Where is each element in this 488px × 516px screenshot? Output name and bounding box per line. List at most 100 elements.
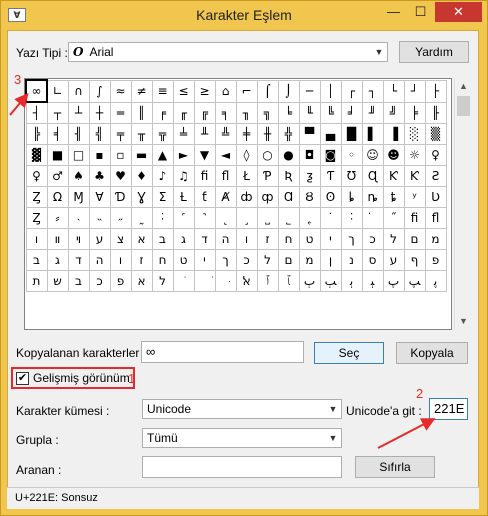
character-cell[interactable]: ▀ (298, 123, 321, 145)
character-cell[interactable]: כ (235, 249, 258, 271)
character-cell[interactable]: ˸ (151, 207, 174, 229)
character-cell[interactable]: ׂ (172, 270, 195, 292)
character-cell[interactable]: ╓ (172, 101, 195, 124)
character-cell[interactable]: ם (403, 228, 426, 250)
character-cell[interactable]: ם (277, 249, 300, 271)
character-cell[interactable]: ╘ (277, 101, 300, 124)
character-cell[interactable]: ≠ (130, 79, 153, 103)
character-cell[interactable]: ח (151, 249, 174, 271)
character-cell[interactable]: Ʀ (277, 165, 300, 187)
character-cell[interactable]: ◙ (319, 144, 342, 166)
character-cell[interactable]: Ȥ (25, 186, 48, 208)
character-cell[interactable]: ˼ (235, 207, 258, 229)
character-cell[interactable]: ˝ (382, 207, 405, 229)
character-cell[interactable]: ═ (109, 101, 132, 124)
character-cell[interactable]: ▲ (151, 144, 174, 166)
character-cell[interactable]: Ƥ (256, 165, 279, 187)
character-cell[interactable]: ﬁ (403, 207, 426, 229)
character-cell[interactable]: נ (340, 249, 363, 271)
character-cell[interactable]: י (193, 249, 216, 271)
search-input[interactable] (142, 456, 342, 478)
character-cell[interactable]: ─ (298, 79, 321, 103)
character-cell[interactable]: ד (193, 228, 216, 250)
character-cell[interactable]: ה (88, 249, 111, 271)
character-cell[interactable]: ╣ (88, 123, 111, 145)
character-cell[interactable]: ג (46, 249, 69, 271)
character-cell[interactable]: ז (130, 249, 153, 271)
character-cell[interactable]: ▼ (193, 144, 216, 166)
character-cell[interactable]: ל (151, 270, 174, 292)
character-cell[interactable]: Ƚ (172, 186, 195, 208)
character-cell[interactable]: ☻ (382, 144, 405, 166)
character-cell[interactable]: ל (256, 249, 279, 271)
character-cell[interactable]: Ɗ (109, 186, 132, 208)
character-cell[interactable]: א (130, 270, 153, 292)
maximize-button[interactable]: ☐ (407, 2, 434, 22)
group-select[interactable]: Tümü ▼ (142, 428, 342, 448)
character-cell[interactable]: Ȣ (298, 186, 321, 208)
character-cell[interactable]: ◊ (235, 144, 258, 166)
character-cell[interactable]: ˙ (319, 207, 342, 229)
close-button[interactable]: ✕ (435, 2, 482, 22)
character-cell[interactable]: ♫ (172, 165, 195, 187)
character-cell[interactable]: Ƨ (424, 165, 447, 187)
character-cell[interactable]: ȵ (361, 186, 384, 208)
select-button[interactable]: Seç (314, 342, 384, 364)
charset-select[interactable]: Unicode ▼ (142, 399, 342, 419)
character-cell[interactable]: ו (25, 228, 48, 250)
character-cell[interactable]: Ʃ (151, 186, 174, 208)
character-cell[interactable]: י (319, 228, 342, 250)
character-cell[interactable]: ˹ (172, 207, 195, 229)
help-button[interactable]: Yardım (399, 41, 469, 63)
character-cell[interactable]: ┌ (340, 79, 363, 103)
character-cell[interactable]: ├ (424, 79, 447, 103)
scroll-thumb[interactable] (457, 96, 470, 116)
character-cell[interactable]: Ɋ (361, 165, 384, 187)
character-cell[interactable]: ﭑ (277, 270, 300, 292)
character-cell[interactable]: ⸗ (46, 207, 69, 229)
character-cell[interactable]: ☺ (361, 144, 384, 166)
character-cell[interactable]: ת (25, 270, 48, 292)
character-cell[interactable]: צ (109, 228, 132, 250)
character-cell[interactable]: ♀ (25, 165, 48, 187)
character-cell[interactable]: ﭐ (256, 270, 279, 292)
character-cell[interactable]: ┤ (25, 101, 48, 124)
character-cell[interactable]: ﬂ (214, 165, 237, 187)
character-cell[interactable]: ד (67, 249, 90, 271)
character-cell[interactable]: ˿ (298, 207, 321, 229)
character-cell[interactable]: ש (46, 270, 69, 292)
character-cell[interactable]: ך (214, 249, 237, 271)
character-cell[interactable]: ג (172, 228, 195, 250)
character-cell[interactable]: ע (88, 228, 111, 250)
character-cell[interactable]: ∞ (25, 79, 48, 103)
character-cell[interactable]: ⌡ (277, 79, 300, 103)
character-cell[interactable]: ♣ (88, 165, 111, 187)
character-cell[interactable]: ﭓ (319, 270, 342, 292)
character-cell[interactable]: ƺ (298, 165, 321, 187)
character-cell[interactable]: Ɣ (130, 186, 153, 208)
character-cell[interactable]: ╦ (151, 123, 174, 145)
character-cell[interactable]: ף (403, 249, 426, 271)
character-cell[interactable]: ╝ (382, 101, 405, 124)
character-cell[interactable]: ׁ (193, 270, 216, 292)
character-cell[interactable]: ● (277, 144, 300, 166)
character-cell[interactable]: Ʋ (424, 186, 447, 208)
character-cell[interactable]: ┴ (67, 101, 90, 124)
character-cell[interactable]: Ƭ (319, 165, 342, 187)
character-cell[interactable]: Ƙ (382, 165, 405, 187)
character-cell[interactable]: ╔ (193, 101, 216, 124)
character-cell[interactable]: ○ (256, 144, 279, 166)
character-cell[interactable]: ו (109, 249, 132, 271)
character-cell[interactable]: ﭖ (382, 270, 405, 292)
character-cell[interactable]: ◦ (340, 144, 363, 166)
character-cell[interactable]: ﭘ (424, 270, 447, 292)
character-cell[interactable]: ╟ (424, 101, 447, 124)
character-cell[interactable]: ◘ (298, 144, 321, 166)
font-select[interactable]: O Arial ▼ (68, 42, 388, 62)
character-cell[interactable]: מ (298, 249, 321, 271)
character-cell[interactable]: ║ (130, 101, 153, 124)
character-cell[interactable]: ▐ (382, 123, 405, 145)
character-cell[interactable]: Ɱ (67, 186, 90, 208)
character-cell[interactable]: ּ (214, 270, 237, 292)
character-cell[interactable]: ◄ (214, 144, 237, 166)
